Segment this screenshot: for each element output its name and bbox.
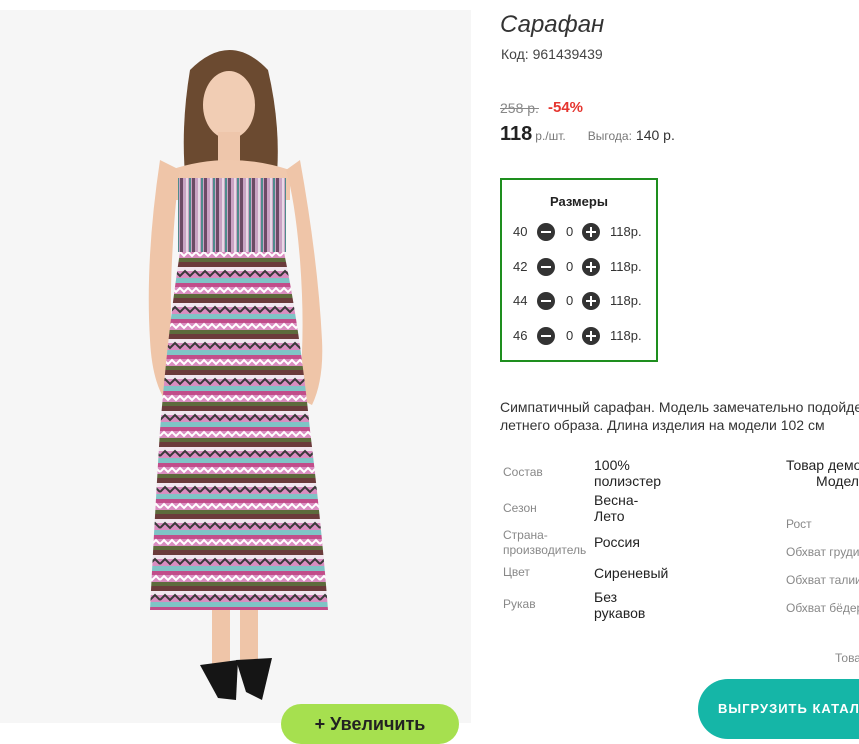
model-label-waist: Обхват талии <box>786 573 859 587</box>
discount-badge: -54% <box>548 99 584 116</box>
size-row-44: 44 0 118р. <box>512 291 652 311</box>
size-label: 42 <box>513 259 528 274</box>
dress-model-image <box>0 10 471 723</box>
quantity-value: 0 <box>566 224 574 239</box>
size-price: 118р. <box>610 293 642 308</box>
size-row-40: 40 0 118р. <box>512 222 652 242</box>
decrease-quantity-button[interactable] <box>537 223 555 241</box>
attr-value-composition: 100% полиэстер <box>594 457 662 489</box>
attr-value-season: Весна- Лето <box>594 492 639 524</box>
decrease-quantity-button[interactable] <box>537 327 555 345</box>
increase-quantity-button[interactable] <box>582 292 600 310</box>
model-title-line2: Модел <box>816 473 859 489</box>
attr-label-sleeve: Рукав <box>503 597 536 611</box>
sizes-title: Размеры <box>550 194 608 209</box>
size-label: 46 <box>513 328 528 343</box>
decrease-quantity-button[interactable] <box>537 292 555 310</box>
quantity-value: 0 <box>566 293 574 308</box>
attr-label-composition: Состав <box>503 465 543 479</box>
old-price: 258 р. <box>500 100 539 116</box>
savings-label: Выгода: <box>587 129 632 143</box>
size-price: 118р. <box>610 328 642 343</box>
model-params-title: Товар демо Модел <box>786 457 859 489</box>
savings-value: 140 р. <box>635 127 675 143</box>
attr-value-color: Сиреневый <box>594 565 669 581</box>
attr-label-color: Цвет <box>503 565 530 579</box>
attr-value-sleeve: Без рукавов <box>594 589 646 621</box>
size-label: 44 <box>513 293 528 308</box>
quantity-value: 0 <box>566 328 574 343</box>
model-label-height: Рост <box>786 517 812 531</box>
attr-label-country: Страна- производитель <box>503 528 587 557</box>
size-price: 118р. <box>610 224 642 239</box>
increase-quantity-button[interactable] <box>582 327 600 345</box>
product-photo[interactable] <box>0 10 471 723</box>
size-row-42: 42 0 118р. <box>512 257 652 277</box>
price-row: 118 р./шт. Выгода: 140 р. <box>500 123 675 146</box>
increase-quantity-button[interactable] <box>582 258 600 276</box>
product-code: Код: 961439439 <box>501 46 603 62</box>
attr-label-season: Сезон <box>503 501 537 515</box>
current-price: 118 <box>500 123 533 145</box>
decrease-quantity-button[interactable] <box>537 258 555 276</box>
model-title-line1: Товар демо <box>786 457 859 473</box>
size-price: 118р. <box>610 259 642 274</box>
quantity-value: 0 <box>566 259 574 274</box>
product-title: Сарафан <box>500 11 605 38</box>
model-label-chest: Обхват груди <box>786 545 859 559</box>
product-description: Симпатичный сарафан. Модель замечательно… <box>500 399 859 433</box>
zoom-button[interactable]: + Увеличить <box>281 704 459 744</box>
increase-quantity-button[interactable] <box>582 223 600 241</box>
model-footer-text: Това <box>835 651 859 665</box>
sizes-box: Размеры 40 0 118р. 42 0 118р. 44 0 118р.… <box>500 178 658 362</box>
size-label: 40 <box>513 224 528 239</box>
price-unit: р./шт. <box>535 129 566 143</box>
attr-value-country: Россия <box>594 534 640 550</box>
export-catalog-button[interactable]: ВЫГРУЗИТЬ КАТАЛОГ <box>698 679 859 739</box>
model-label-hips: Обхват бёдер <box>786 601 859 615</box>
size-row-46: 46 0 118р. <box>512 326 652 346</box>
